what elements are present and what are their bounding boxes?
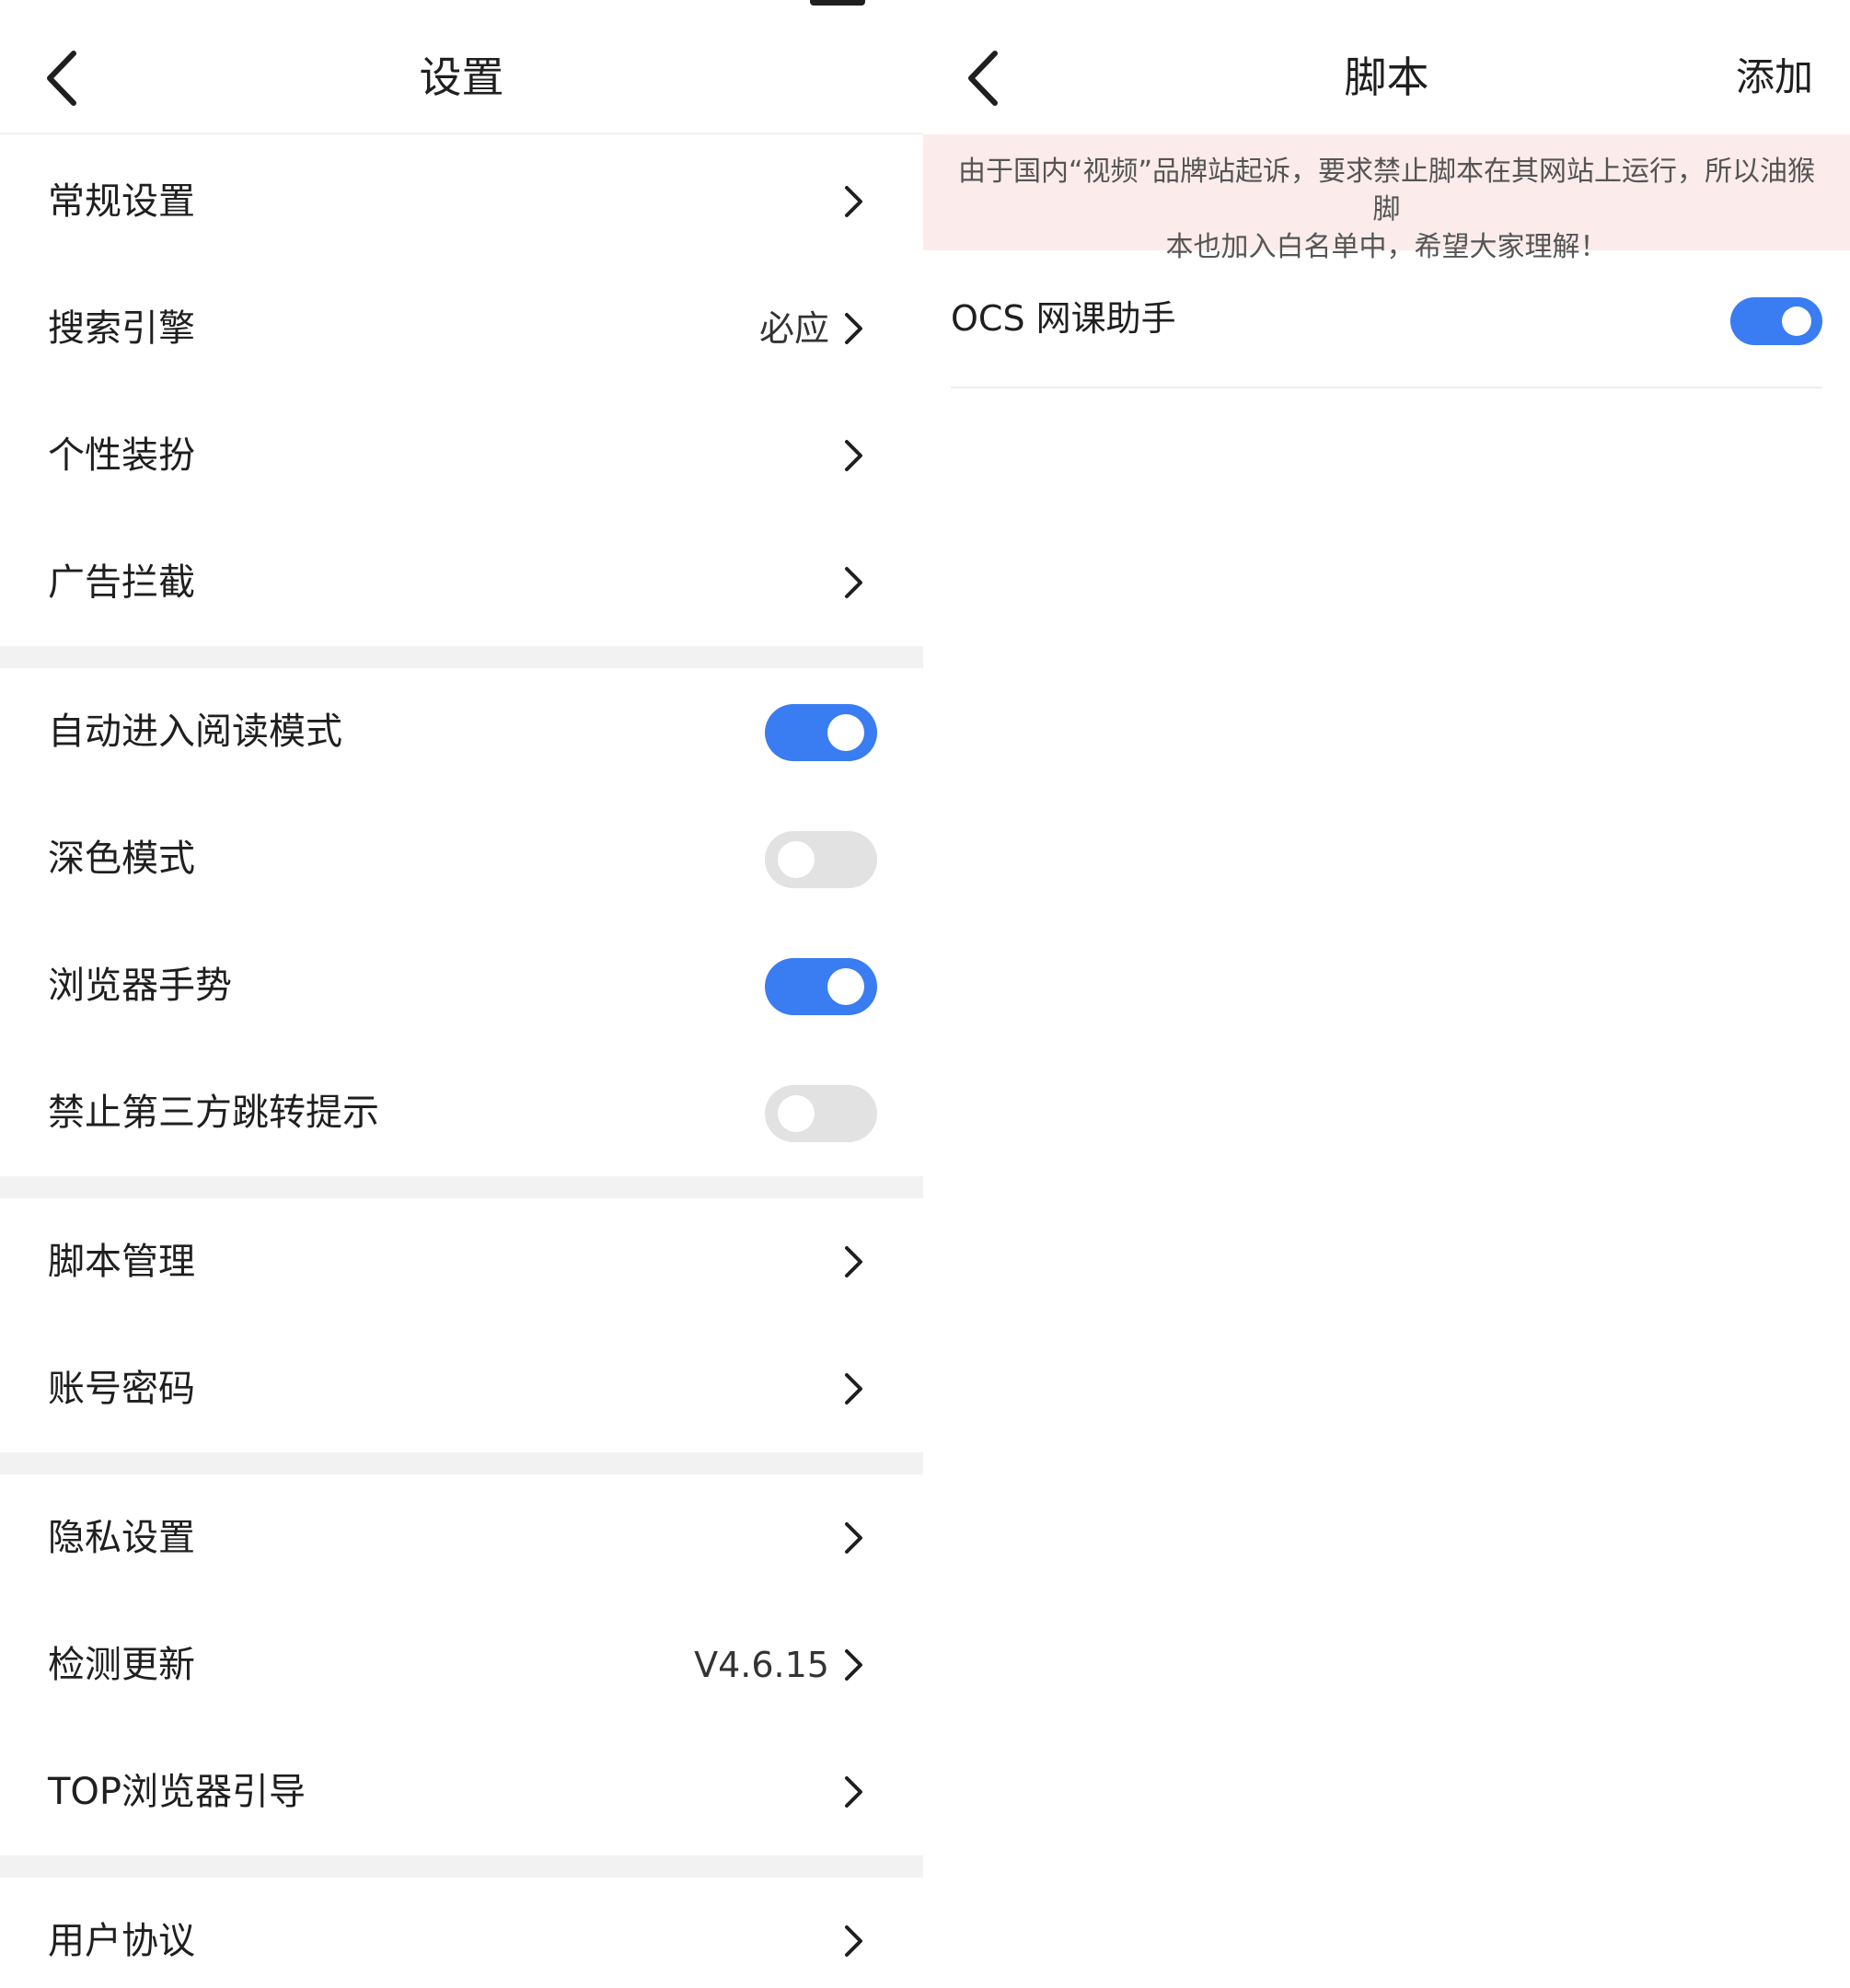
- settings-toggle[interactable]: [765, 1085, 877, 1142]
- toggle-knob: [1782, 306, 1811, 336]
- section-divider: [0, 646, 923, 668]
- settings-row[interactable]: 账号密码: [0, 1325, 923, 1452]
- chevron-right-icon: [845, 1925, 862, 1957]
- settings-row-label: TOP浏览器引导: [48, 1771, 306, 1813]
- battery-icon: [810, 0, 865, 6]
- settings-toggle[interactable]: [765, 958, 877, 1015]
- chevron-right-icon: [845, 1522, 862, 1554]
- page-title: 脚本: [1344, 52, 1429, 102]
- section-divider: [0, 1855, 923, 1878]
- settings-row-label: 检测更新: [48, 1644, 195, 1686]
- settings-row[interactable]: 检测更新 V4.6.15: [0, 1601, 923, 1728]
- settings-toggle[interactable]: [765, 704, 877, 761]
- chevron-right-icon-wrap: [842, 184, 866, 219]
- settings-row-label: 禁止第三方跳转提示: [48, 1092, 379, 1134]
- chevron-right-icon-wrap: [842, 1774, 866, 1809]
- chevron-right-icon: [845, 186, 862, 217]
- settings-row[interactable]: 个性装扮: [0, 392, 923, 519]
- notice-text-line1: 由于国内“视频”品牌站起诉，要求禁止脚本在其网站上运行，所以油猴脚: [957, 156, 1816, 225]
- settings-row-label: 浏览器手势: [48, 965, 232, 1007]
- section-divider: [0, 1176, 923, 1198]
- script-enable-toggle[interactable]: [1730, 297, 1822, 345]
- settings-row-label: 账号密码: [48, 1368, 195, 1410]
- settings-row-label: 脚本管理: [48, 1241, 195, 1283]
- settings-row[interactable]: 广告拦截: [0, 519, 923, 646]
- settings-header: 设置: [0, 0, 923, 134]
- settings-toggle[interactable]: [765, 831, 877, 888]
- settings-row-label: 隐私设置: [48, 1517, 195, 1559]
- chevron-right-icon-wrap: [842, 1647, 866, 1682]
- notice-banner: 由于国内“视频”品牌站起诉，要求禁止脚本在其网站上运行，所以油猴脚 本也加入白名…: [923, 134, 1850, 263]
- settings-row-label: 广告拦截: [48, 561, 195, 604]
- scripts-screen: 脚本 添加 由于国内“视频”品牌站起诉，要求禁止脚本在其网站上运行，所以油猴脚 …: [923, 0, 1850, 1988]
- settings-row[interactable]: 常规设置: [0, 138, 923, 265]
- chevron-right-icon-wrap: [842, 1520, 866, 1555]
- toggle-knob: [827, 968, 864, 1005]
- chevron-right-icon: [845, 1373, 862, 1404]
- chevron-right-icon: [845, 1776, 862, 1808]
- chevron-right-icon-wrap: [842, 565, 866, 600]
- toggle-knob: [778, 1095, 815, 1132]
- settings-row-label: 常规设置: [48, 180, 195, 223]
- add-button[interactable]: 添加: [1736, 48, 1813, 107]
- settings-row[interactable]: 搜索引擎 必应: [0, 265, 923, 392]
- toggle-knob: [827, 714, 864, 751]
- settings-row-value: 必应: [758, 308, 829, 349]
- toggle-knob: [778, 841, 815, 878]
- chevron-right-icon: [845, 1649, 862, 1681]
- chevron-right-icon-wrap: [842, 1371, 866, 1406]
- chevron-right-icon-wrap: [842, 1244, 866, 1279]
- settings-row[interactable]: 用户协议: [0, 1878, 923, 1988]
- settings-row-label: 深色模式: [48, 838, 195, 880]
- section-divider: [0, 1452, 923, 1474]
- scripts-header: 脚本 添加: [923, 0, 1850, 134]
- script-item: OCS 网课助手: [951, 250, 1822, 388]
- chevron-right-icon: [845, 1246, 862, 1277]
- settings-row-label: 用户协议: [48, 1920, 195, 1962]
- page-title: 设置: [419, 52, 504, 102]
- settings-screen: 设置 常规设置搜索引擎 必应个性装扮广告拦截自动进入阅读模式 深色模式浏览器手势禁止…: [0, 0, 923, 1988]
- chevron-right-icon-wrap: [842, 438, 866, 473]
- settings-row[interactable]: 深色模式: [0, 795, 923, 922]
- settings-row[interactable]: TOP浏览器引导: [0, 1728, 923, 1855]
- settings-row[interactable]: 自动进入阅读模式: [0, 668, 923, 795]
- script-name: OCS 网课助手: [951, 298, 1176, 339]
- settings-row-value: V4.6.15: [694, 1645, 829, 1685]
- chevron-right-icon: [845, 440, 862, 471]
- settings-list: 常规设置搜索引擎 必应个性装扮广告拦截自动进入阅读模式 深色模式浏览器手势禁止第三方…: [0, 138, 923, 1988]
- settings-row[interactable]: 禁止第三方跳转提示: [0, 1049, 923, 1176]
- settings-row[interactable]: 脚本管理: [0, 1198, 923, 1325]
- chevron-right-icon: [845, 567, 862, 598]
- settings-row-label: 搜索引擎: [48, 307, 195, 350]
- chevron-right-icon: [845, 313, 862, 344]
- settings-row-label: 自动进入阅读模式: [48, 711, 342, 753]
- settings-row-label: 个性装扮: [48, 434, 195, 477]
- settings-row[interactable]: 浏览器手势: [0, 922, 923, 1049]
- chevron-right-icon-wrap: [842, 311, 866, 346]
- settings-row[interactable]: 隐私设置: [0, 1474, 923, 1601]
- chevron-right-icon-wrap: [842, 1924, 866, 1959]
